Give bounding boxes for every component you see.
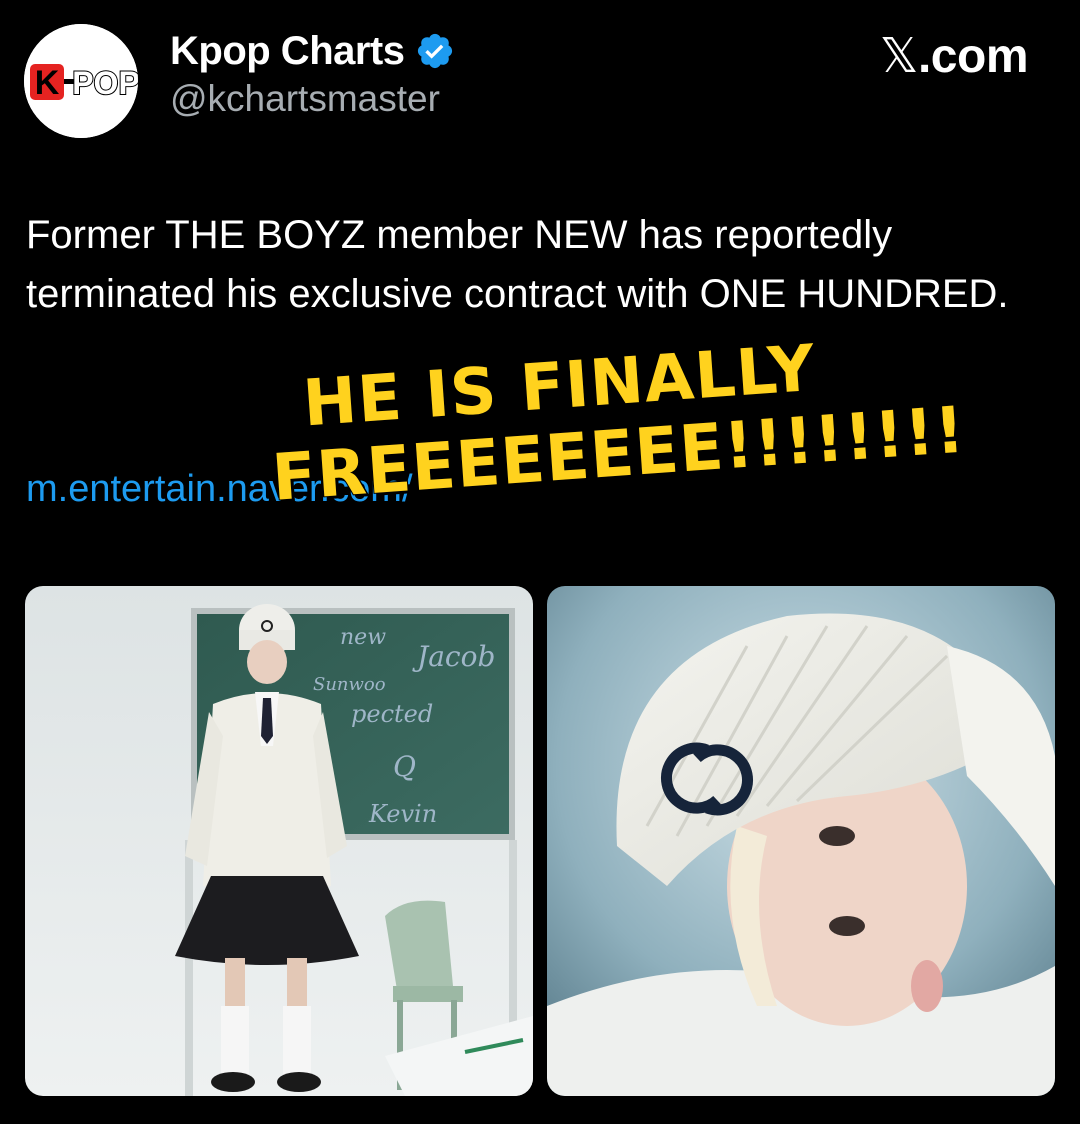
author-name-row: Kpop Charts <box>170 28 455 74</box>
kpop-logo: K POP <box>24 24 138 138</box>
chalk-word: new <box>340 625 386 650</box>
chalk-word: Jacob <box>412 640 495 673</box>
media-photo-portrait[interactable] <box>547 586 1055 1096</box>
svg-text:POP: POP <box>72 65 138 101</box>
media-photo-classroom[interactable]: new Jacob Sunwoo pected Q Kevin <box>25 586 533 1096</box>
classroom-photo-image: new Jacob Sunwoo pected Q Kevin <box>25 586 533 1096</box>
chalk-word: Kevin <box>368 800 437 828</box>
avatar[interactable]: K POP <box>24 24 138 138</box>
source-domain: .com <box>917 30 1029 83</box>
media-grid: new Jacob Sunwoo pected Q Kevin <box>25 586 1055 1096</box>
user-handle[interactable]: @kchartsmaster <box>170 78 440 120</box>
verified-badge-icon[interactable] <box>415 31 455 71</box>
display-name[interactable]: Kpop Charts <box>170 29 405 74</box>
overlay-caption: HE IS FINALLY FREEEEEEEE!!!!!!!! <box>265 317 1063 517</box>
chalk-word: Q <box>393 750 416 783</box>
x-logo-icon: 𝕏 <box>879 28 919 84</box>
portrait-photo-image <box>547 586 1055 1096</box>
tweet-text: Former THE BOYZ member NEW has reportedl… <box>26 213 1009 316</box>
chalk-word: Sunwoo <box>313 674 386 695</box>
source-label: 𝕏.com <box>879 28 1029 84</box>
chalk-word: pected <box>351 700 433 728</box>
svg-text:K: K <box>35 64 60 102</box>
